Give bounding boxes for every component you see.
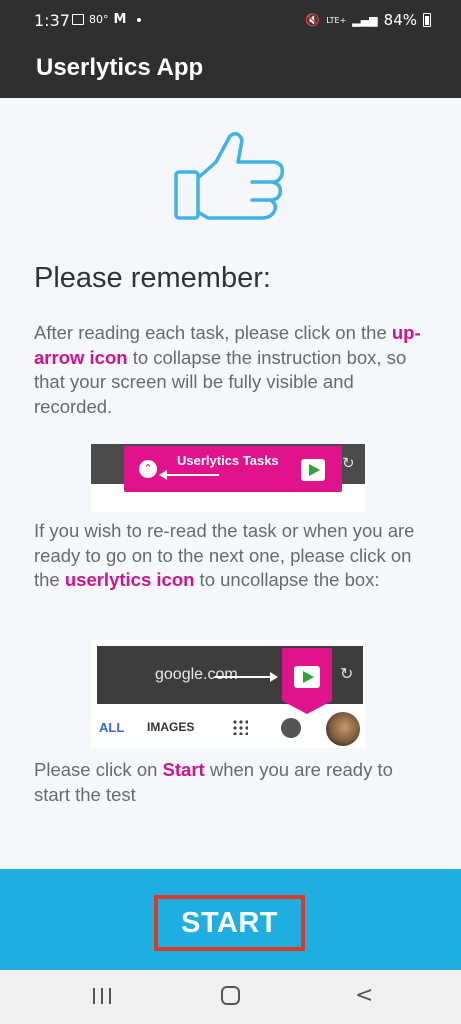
thumbs-up-icon (174, 132, 285, 220)
app-bar: Userlytics App (0, 42, 461, 98)
temperature: 80° (89, 13, 109, 26)
footer-bar: START (0, 869, 461, 970)
gallery-icon (72, 14, 84, 25)
up-arrow-icon: ⌃ (139, 460, 157, 478)
network-label: LTE+ (326, 15, 347, 25)
reload-icon: ↻ (342, 454, 355, 472)
status-time: 1:37 (34, 11, 70, 30)
browser-url: google.com (155, 666, 238, 683)
reload-icon: ↻ (340, 664, 354, 683)
tab-images: IMAGES (147, 720, 195, 734)
userlytics-icon (294, 666, 320, 688)
apps-grid-icon (232, 719, 248, 735)
signal-icon: ▂▄▆ (352, 13, 378, 27)
instruction-paragraph-3: Please click on Start when you are ready… (34, 758, 434, 807)
status-notifications: 80° M (72, 12, 142, 27)
gmail-icon: M (113, 12, 127, 27)
tab-all: ALL (99, 720, 125, 735)
p3-text-start: Please click on (34, 759, 163, 780)
p2-highlight: userlytics icon (64, 569, 195, 590)
battery-icon (423, 13, 431, 27)
recents-icon[interactable] (93, 988, 111, 1004)
status-system: 🔇 LTE+ ▂▄▆ 84% (305, 11, 431, 29)
pointer-arrow-icon (159, 470, 219, 480)
pointer-arrow-icon (215, 672, 278, 682)
uncollapse-example-image: google.com ↻ ALL IMAGES (91, 640, 365, 748)
back-icon[interactable]: < (355, 983, 373, 1008)
battery-percent: 84% (383, 11, 417, 29)
app-title: Userlytics App (36, 54, 204, 81)
home-icon[interactable] (221, 986, 240, 1005)
p1-text-start: After reading each task, please click on… (34, 322, 392, 343)
more-notifications-icon (137, 17, 142, 22)
status-bar: 1:37 80° M 🔇 LTE+ ▂▄▆ 84% (0, 0, 461, 42)
p3-highlight: Start (162, 759, 205, 780)
collapse-example-image: ⌃ Userlytics Tasks ↻ (91, 444, 365, 512)
avatar (326, 712, 360, 746)
notification-icon (281, 718, 301, 738)
instruction-paragraph-1: After reading each task, please click on… (34, 321, 434, 419)
start-button[interactable]: START (154, 895, 305, 951)
instruction-paragraph-2: If you wish to re-read the task or when … (34, 519, 434, 593)
p2-text-end: to uncollapse the box: (194, 569, 380, 590)
userlytics-icon (301, 459, 325, 481)
task-box-title: Userlytics Tasks (177, 453, 279, 468)
mute-icon: 🔇 (305, 13, 321, 27)
page-heading: Please remember: (34, 262, 271, 294)
system-nav-bar: < (0, 970, 461, 1024)
